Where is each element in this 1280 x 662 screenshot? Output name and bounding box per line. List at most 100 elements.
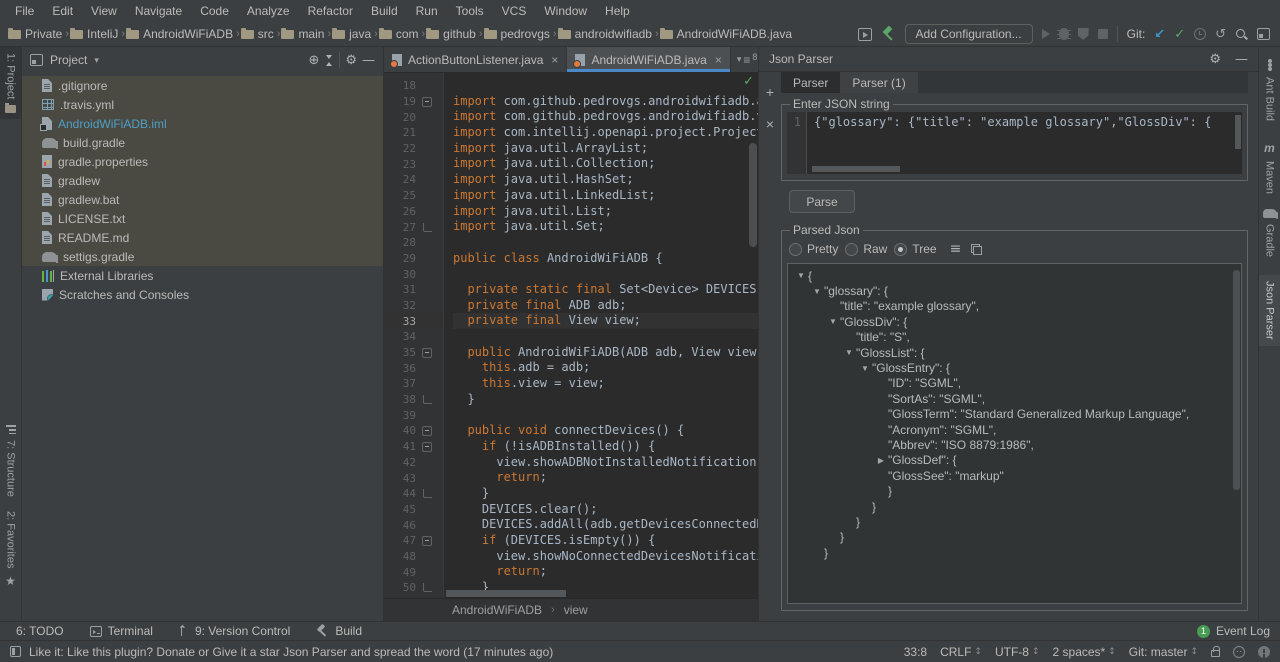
editor-body[interactable]: 1819202122232425262728293031323334353637… [384,73,758,598]
json-tree-row[interactable]: ▼"glossary": { [788,283,1241,298]
project-file-row[interactable]: LICENSE.txt [22,209,383,228]
event-log-button[interactable]: 1 Event Log [1197,624,1270,638]
gear-icon[interactable]: ⚙ [1209,53,1221,66]
tree-toggle-icon[interactable]: ▼ [842,348,856,357]
parser-tab[interactable]: Parser [781,72,840,93]
rollback-icon[interactable]: ↺ [1215,27,1226,42]
fold-marker-icon[interactable] [416,223,438,232]
code-line[interactable]: import java.util.ArrayList; [453,141,758,157]
code-line[interactable]: import java.util.Set; [453,219,758,235]
json-tree-row[interactable]: ▶"GlossDef": { [788,453,1241,468]
debug-icon[interactable] [1059,28,1069,40]
status-segment[interactable]: CRLF ↕ [940,645,982,659]
json-tree-row[interactable]: } [788,483,1241,498]
menu-item[interactable]: View [82,0,126,22]
view-mode-radio[interactable]: Tree [894,242,936,256]
code-line[interactable]: DEVICES.clear(); [453,502,758,518]
code-line[interactable]: this.view = view; [453,376,758,392]
code-line[interactable]: private static final Set<Device> DEVICES… [453,282,758,298]
fold-marker-icon[interactable] [416,583,438,592]
vertical-scrollbar[interactable] [1233,270,1240,490]
code-line[interactable]: import com.github.pedrovgs.androidwifiad… [453,109,758,125]
vertical-scrollbar[interactable] [1235,115,1241,149]
menu-item[interactable]: Code [191,0,238,22]
expand-lines-icon[interactable]: ≡ [950,241,962,257]
tool-window-button[interactable]: Terminal [90,624,153,638]
tree-toggle-icon[interactable]: ▼ [858,364,872,373]
lock-icon[interactable] [1211,650,1220,657]
menu-item[interactable]: Window [535,0,596,22]
code-line[interactable]: return; [453,564,758,580]
fold-marker-icon[interactable] [416,426,438,436]
stop-icon[interactable] [1098,29,1108,39]
search-icon[interactable] [1235,28,1248,41]
project-file-row[interactable]: .travis.yml [22,95,383,114]
sidebar-item-structure[interactable]: 7: Structure [0,419,21,503]
json-tree-row[interactable]: ▼"GlossDiv": { [788,314,1241,329]
menu-item[interactable]: Analyze [238,0,299,22]
json-tree-row[interactable]: ▼{ [788,268,1241,283]
code-line[interactable]: if (!isADBInstalled()) { [453,439,758,455]
code-line[interactable]: public void connectDevices() { [453,423,758,439]
gutter[interactable]: 1819202122232425262728293031323334353637… [384,73,444,598]
tool-window-button[interactable]: 9: Version Control [179,624,290,638]
hide-panel-icon[interactable]: — [362,54,375,67]
tool-window-switcher-icon[interactable] [10,646,21,657]
breadcrumb-item[interactable]: src › [241,27,282,41]
code-line[interactable] [453,78,758,94]
json-tree-row[interactable]: "GlossSee": "markup" [788,468,1241,483]
code-line[interactable] [453,407,758,423]
close-icon[interactable]: × [551,53,558,67]
code-area[interactable]: import com.github.pedrovgs.androidwifiad… [444,73,758,598]
gear-icon[interactable]: ⚙ [345,54,357,67]
sidebar-item-favorites[interactable]: 2: Favorites ★ [0,505,21,594]
code-line[interactable]: private final View view; [453,313,758,329]
code-line[interactable] [453,266,758,282]
editor-tab[interactable]: AndroidWiFiADB.java × [567,47,730,72]
sidebar-item-json-parser[interactable]: Json Parser [1259,275,1280,346]
json-tree-row[interactable]: } [788,530,1241,545]
code-line[interactable]: return; [453,470,758,486]
project-file-row[interactable]: AndroidWiFiADB.iml [22,114,383,133]
code-line[interactable]: public class AndroidWiFiADB { [453,251,758,267]
copy-icon[interactable] [971,244,982,255]
json-tree-row[interactable]: "ID": "SGML", [788,376,1241,391]
menu-item[interactable]: Build [362,0,407,22]
project-file-row[interactable]: Scratches and Consoles [22,285,383,304]
json-tree-row[interactable]: } [788,545,1241,560]
menu-item[interactable]: VCS [493,0,536,22]
project-file-row[interactable]: settigs.gradle [22,247,383,266]
code-line[interactable]: import java.util.Collection; [453,156,758,172]
run-icon[interactable] [1042,29,1050,39]
code-line[interactable]: import java.util.LinkedList; [453,188,758,204]
status-segment[interactable]: Git: master ↕ [1129,645,1198,659]
close-icon[interactable]: × [715,53,722,67]
code-line[interactable]: import com.intellij.openapi.project.Proj… [453,125,758,141]
project-file-row[interactable]: External Libraries [22,266,383,285]
horizontal-scrollbar[interactable] [446,590,566,597]
status-message[interactable]: Like it: Like this plugin? Donate or Giv… [29,645,553,659]
menu-item[interactable]: Refactor [299,0,362,22]
tree-toggle-icon[interactable]: ▼ [794,271,808,280]
project-file-row[interactable]: gradle.properties [22,152,383,171]
breadcrumb-item[interactable]: java › [332,27,379,41]
run-anything-icon[interactable] [858,28,872,41]
project-file-row[interactable]: .gitignore [22,76,383,95]
breadcrumb-item[interactable]: main › [281,27,332,41]
json-tree-row[interactable]: ▼"GlossEntry": { [788,360,1241,375]
status-segment[interactable]: UTF-8 ↕ [995,645,1040,659]
project-file-row[interactable]: build.gradle [22,133,383,152]
json-tree-row[interactable]: } [788,514,1241,529]
menu-item[interactable]: File [6,0,43,22]
add-parser-tab-button[interactable]: + [766,84,774,100]
menu-item[interactable]: Help [596,0,639,22]
git-update-icon[interactable]: ↙ [1154,27,1165,42]
project-file-row[interactable]: README.md [22,228,383,247]
json-input-text[interactable]: {"glossary": {"title": "example glossary… [807,112,1242,174]
view-mode-radio[interactable]: Pretty [789,242,838,256]
menu-item[interactable]: Tools [447,0,493,22]
view-mode-radio[interactable]: Raw [845,242,887,256]
parse-button[interactable]: Parse [789,190,855,213]
code-line[interactable]: import java.util.List; [453,204,758,220]
breadcrumb-item[interactable]: androidwifiadb › [558,27,660,41]
